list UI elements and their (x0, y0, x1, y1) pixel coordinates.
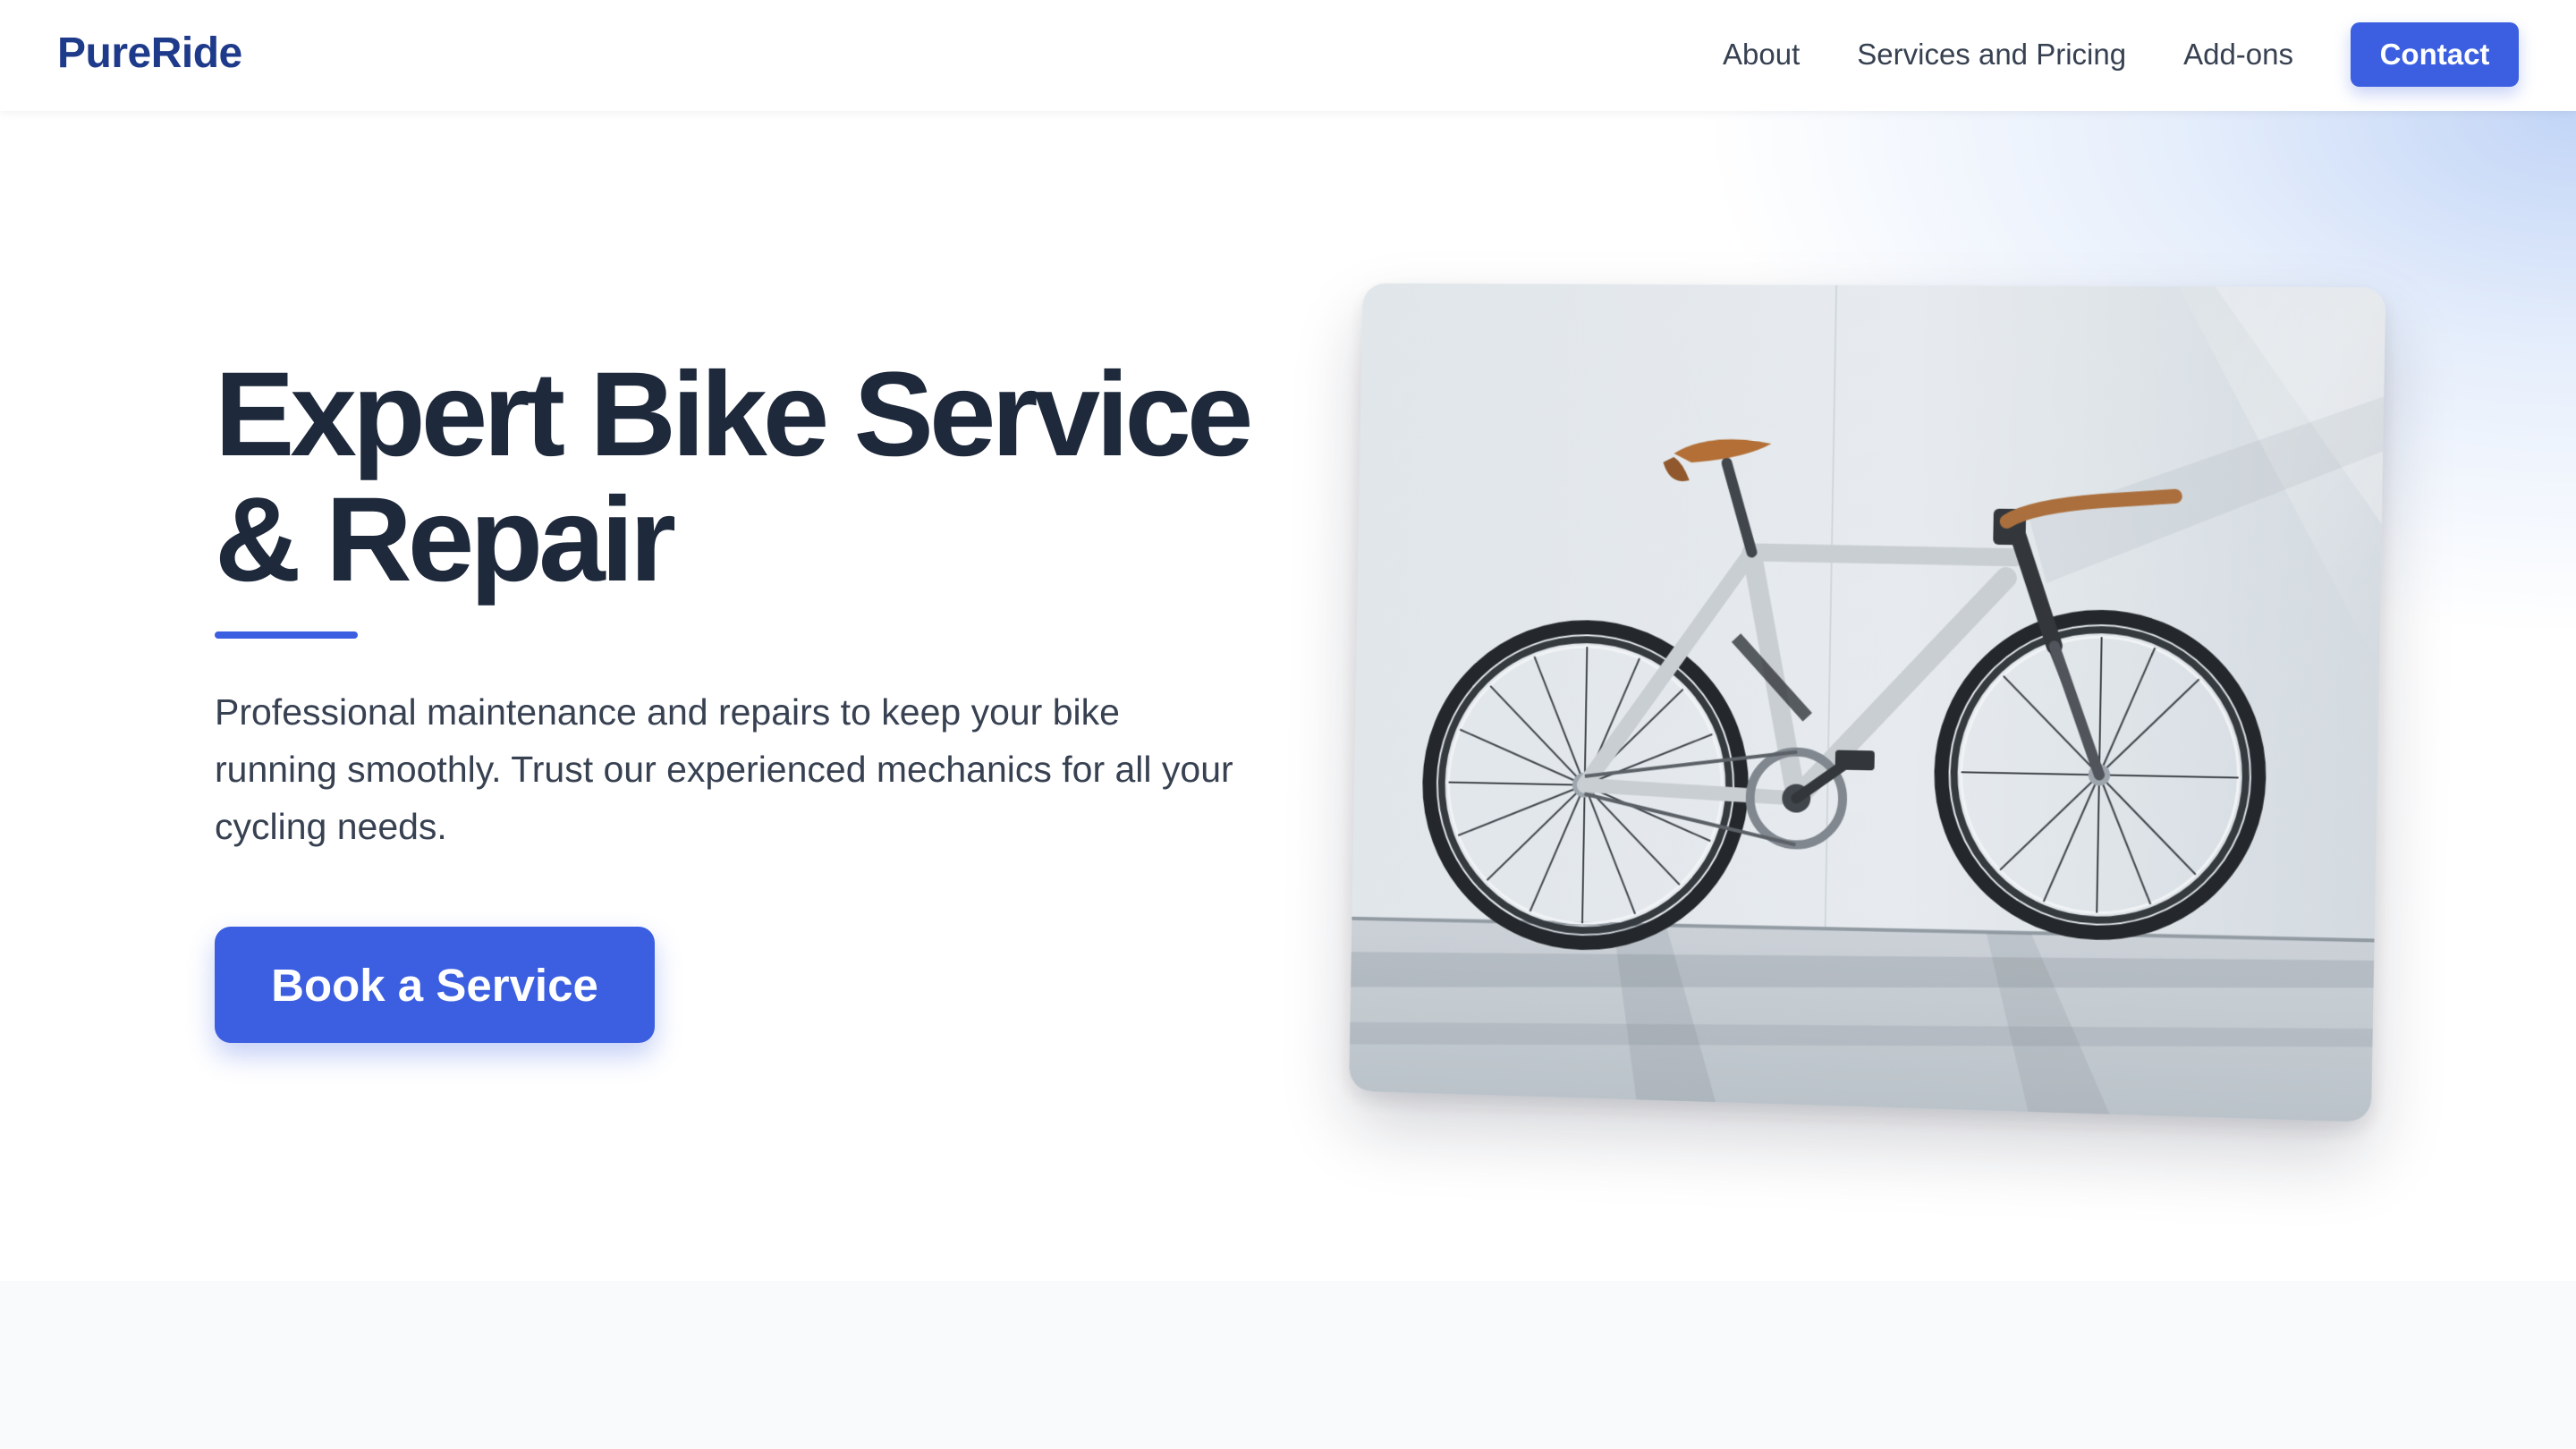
nav-link-about[interactable]: About (1723, 22, 1800, 87)
nav-link-add-ons[interactable]: Add-ons (2183, 22, 2293, 87)
contact-button[interactable]: Contact (2351, 22, 2519, 87)
next-section (0, 1281, 2576, 1449)
nav-link-services-and-pricing[interactable]: Services and Pricing (1857, 22, 2126, 87)
hero-title: Expert Bike Service & Repair (215, 348, 1253, 606)
main-nav: About Services and Pricing Add-ons Conta… (1723, 22, 2519, 87)
hero-image (1349, 283, 2386, 1123)
bicycle-photo (1349, 283, 2386, 1123)
site-header: PureRide About Services and Pricing Add-… (0, 0, 2576, 111)
hero-subtitle: Professional maintenance and repairs to … (215, 691, 1233, 847)
hero-section: Expert Bike Service & Repair Professiona… (0, 111, 2576, 1281)
brand-logo[interactable]: PureRide (57, 27, 242, 80)
title-underline (215, 631, 358, 639)
book-service-button[interactable]: Book a Service (215, 927, 655, 1043)
